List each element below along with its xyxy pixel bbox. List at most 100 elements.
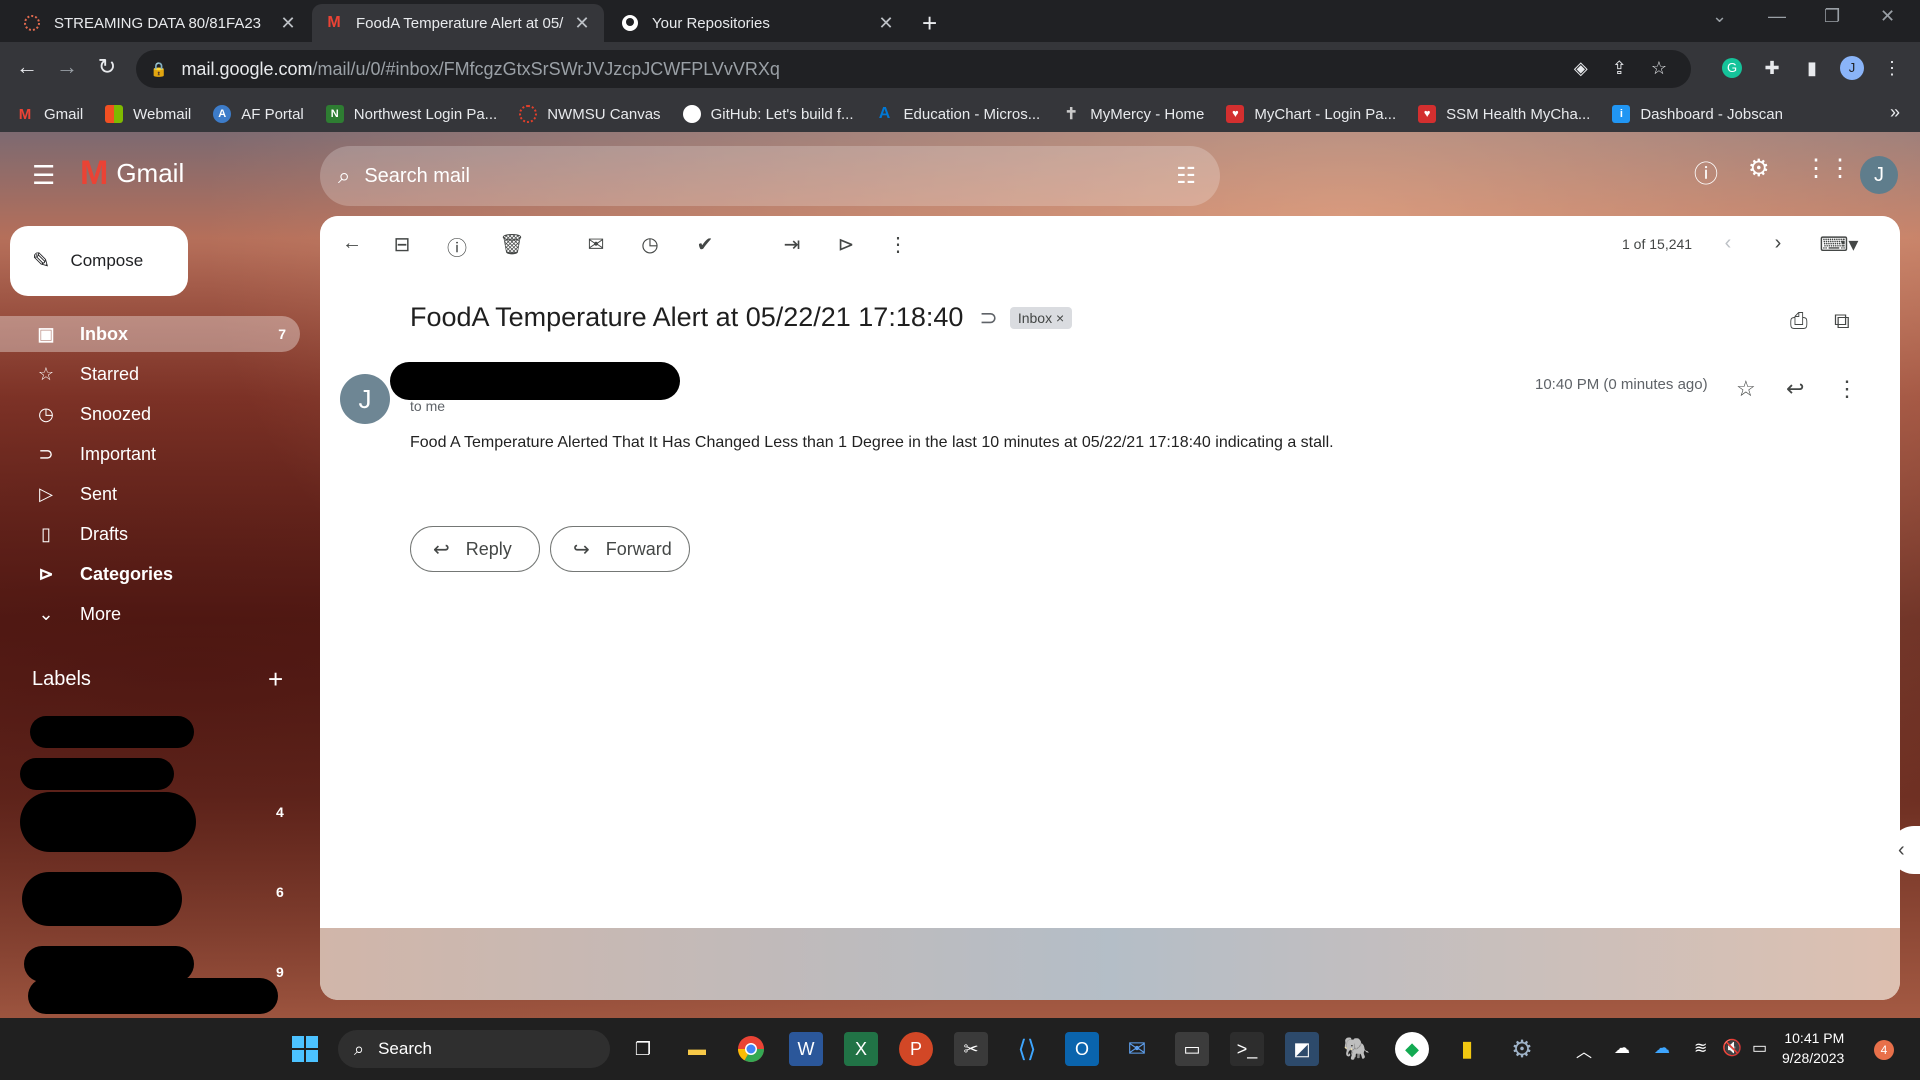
database-tool-icon[interactable]: ◩ — [1285, 1032, 1319, 1066]
move-to-icon[interactable]: ⇥ — [778, 232, 806, 257]
word-icon[interactable]: W — [789, 1032, 823, 1066]
gmail-logo[interactable]: M Gmail — [80, 154, 184, 193]
newer-icon[interactable]: ‹ — [1714, 232, 1742, 255]
back-icon[interactable]: ← — [12, 54, 42, 80]
recipient-line[interactable]: to me — [410, 398, 445, 414]
address-bar[interactable]: 🔒 mail.google.com/mail/u/0/#inbox/FMfcgz… — [136, 50, 1691, 88]
print-icon[interactable]: ⎙ — [1790, 308, 1808, 334]
terminal-icon[interactable]: >_ — [1230, 1032, 1264, 1066]
bookmark-northwest[interactable]: N Northwest Login Pa... — [325, 105, 497, 123]
volume-muted-icon[interactable]: 🔇 — [1722, 1038, 1742, 1058]
side-panel-icon[interactable]: ▮ — [1798, 54, 1826, 82]
taskbar-search[interactable]: ⌕ Search — [338, 1030, 610, 1068]
forward-icon[interactable]: → — [52, 54, 82, 80]
more-options-icon[interactable]: ⋮ — [1836, 376, 1858, 402]
mongodb-icon[interactable]: ◆ — [1395, 1032, 1429, 1066]
tab-search-icon[interactable]: ⌄ — [1712, 6, 1727, 27]
mark-unread-icon[interactable]: ✉ — [582, 232, 610, 257]
notification-badge[interactable]: 4 — [1874, 1040, 1894, 1060]
share-icon[interactable]: ⇪ — [1612, 58, 1627, 79]
bookmark-af-portal[interactable]: A AF Portal — [213, 105, 304, 123]
grammarly-icon[interactable]: G — [1718, 54, 1746, 82]
inbox-label-chip[interactable]: Inbox × — [1009, 306, 1073, 329]
nav-more[interactable]: ⌄ More — [0, 596, 300, 632]
nav-inbox[interactable]: ▣ Inbox 7 — [0, 316, 300, 352]
labels-icon[interactable]: ⊳ — [832, 232, 860, 257]
back-to-inbox-icon[interactable]: ← — [338, 232, 366, 255]
search-options-icon[interactable]: ☷ — [1176, 163, 1196, 189]
power-bi-icon[interactable]: ▮ — [1450, 1032, 1484, 1066]
input-tools-icon[interactable]: ⌨▾ — [1816, 232, 1862, 257]
sender-avatar[interactable]: J — [340, 374, 390, 424]
account-avatar[interactable]: J — [1860, 156, 1898, 194]
minimize-icon[interactable]: — — [1768, 6, 1786, 27]
show-hidden-icons[interactable]: ︿ — [1576, 1038, 1592, 1062]
close-tab-icon[interactable]: ✕ — [278, 13, 298, 34]
onedrive-personal-icon[interactable]: ☁ — [1614, 1038, 1630, 1058]
wifi-icon[interactable]: ≋ — [1694, 1038, 1707, 1058]
postgres-icon[interactable]: 🐘 — [1340, 1032, 1374, 1066]
important-marker-icon[interactable]: ⊃ — [979, 305, 997, 331]
report-spam-icon[interactable]: ⓘ — [443, 232, 471, 261]
task-view-icon[interactable]: ❐ — [626, 1032, 660, 1066]
onedrive-icon[interactable]: ☁ — [1654, 1038, 1670, 1058]
bookmark-webmail[interactable]: Webmail — [105, 105, 191, 123]
add-task-icon[interactable]: ✔ — [691, 232, 719, 257]
search-icon[interactable]: ⌕ — [338, 163, 350, 189]
nav-sent[interactable]: ▷ Sent — [0, 476, 300, 512]
forward-button[interactable]: ↪ Forward — [550, 526, 690, 572]
tab-repositories[interactable]: Your Repositories ✕ — [608, 4, 908, 42]
extensions-icon[interactable]: ✚ — [1758, 54, 1786, 82]
bookmark-star-icon[interactable]: ☆ — [1651, 58, 1667, 79]
snooze-icon[interactable]: ◷ — [636, 232, 664, 257]
delete-icon[interactable]: 🗑 — [498, 232, 526, 257]
open-new-window-icon[interactable]: ⧉ — [1834, 308, 1850, 334]
search-input[interactable]: Search mail — [364, 165, 1176, 188]
archive-icon[interactable]: ⊟ — [388, 232, 416, 257]
search-bar[interactable]: ⌕ Search mail ☷ — [320, 146, 1220, 206]
profile-avatar[interactable]: J — [1838, 54, 1866, 82]
snipping-tool-icon[interactable]: ✂ — [954, 1032, 988, 1066]
new-tab-button[interactable]: + — [922, 8, 937, 39]
main-menu-icon[interactable]: ☰ — [32, 160, 55, 191]
bookmark-mymercy[interactable]: ✝ MyMercy - Home — [1062, 105, 1205, 124]
settings-icon[interactable]: ⚙ — [1748, 154, 1770, 183]
settings-gear-icon[interactable]: ⚙ — [1505, 1032, 1539, 1066]
mail-icon[interactable]: ✉ — [1120, 1032, 1154, 1066]
excel-icon[interactable]: X — [844, 1032, 878, 1066]
create-label-icon[interactable]: + — [268, 664, 283, 695]
bookmark-ssm-health[interactable]: ♥ SSM Health MyCha... — [1418, 105, 1590, 123]
system-clock[interactable]: 10:41 PM 9/28/2023 — [1782, 1028, 1844, 1068]
reload-icon[interactable]: ↻ — [92, 54, 122, 80]
help-icon[interactable]: ⓘ — [1694, 154, 1718, 189]
nav-important[interactable]: ⊃ Important — [0, 436, 300, 472]
compose-button[interactable]: ✎ Compose — [10, 226, 188, 296]
bookmark-education[interactable]: A Education - Micros... — [876, 105, 1041, 123]
windows-start-icon[interactable] — [288, 1032, 322, 1066]
close-tab-icon[interactable]: ✕ — [876, 13, 896, 34]
apps-grid-icon[interactable]: ⋮⋮ — [1804, 154, 1852, 183]
nav-starred[interactable]: ☆ Starred — [0, 356, 300, 392]
chrome-icon[interactable] — [734, 1032, 768, 1066]
lens-icon[interactable]: ◈ — [1574, 58, 1588, 79]
star-icon[interactable]: ☆ — [1736, 376, 1756, 402]
close-window-icon[interactable]: ✕ — [1880, 6, 1895, 27]
bookmark-gmail[interactable]: M Gmail — [16, 105, 83, 123]
restore-icon[interactable]: ❐ — [1824, 6, 1840, 27]
close-tab-icon[interactable]: ✕ — [572, 13, 592, 34]
nav-drafts[interactable]: ▯ Drafts — [0, 516, 300, 552]
bookmark-nwmsu-canvas[interactable]: NWMSU Canvas — [519, 105, 661, 123]
file-explorer-icon[interactable]: ▬ — [680, 1032, 714, 1066]
vscode-icon[interactable]: ⟨⟩ — [1010, 1032, 1044, 1066]
outlook-icon[interactable]: O — [1065, 1032, 1099, 1066]
chrome-menu-icon[interactable]: ⋮ — [1878, 54, 1906, 82]
older-icon[interactable]: › — [1764, 232, 1792, 255]
reply-button[interactable]: ↩ Reply — [410, 526, 540, 572]
powerpoint-icon[interactable]: P — [899, 1032, 933, 1066]
bookmark-github[interactable]: GitHub: Let's build f... — [682, 105, 854, 123]
tab-streaming-data[interactable]: STREAMING DATA 80/81FA23 ✕ — [10, 4, 310, 42]
bookmark-jobscan[interactable]: i Dashboard - Jobscan — [1612, 105, 1783, 123]
bookmark-mychart[interactable]: ♥ MyChart - Login Pa... — [1226, 105, 1396, 123]
tab-gmail[interactable]: M FoodA Temperature Alert at 05/ ✕ — [312, 4, 604, 42]
nav-categories[interactable]: ⊳ Categories — [0, 556, 300, 592]
